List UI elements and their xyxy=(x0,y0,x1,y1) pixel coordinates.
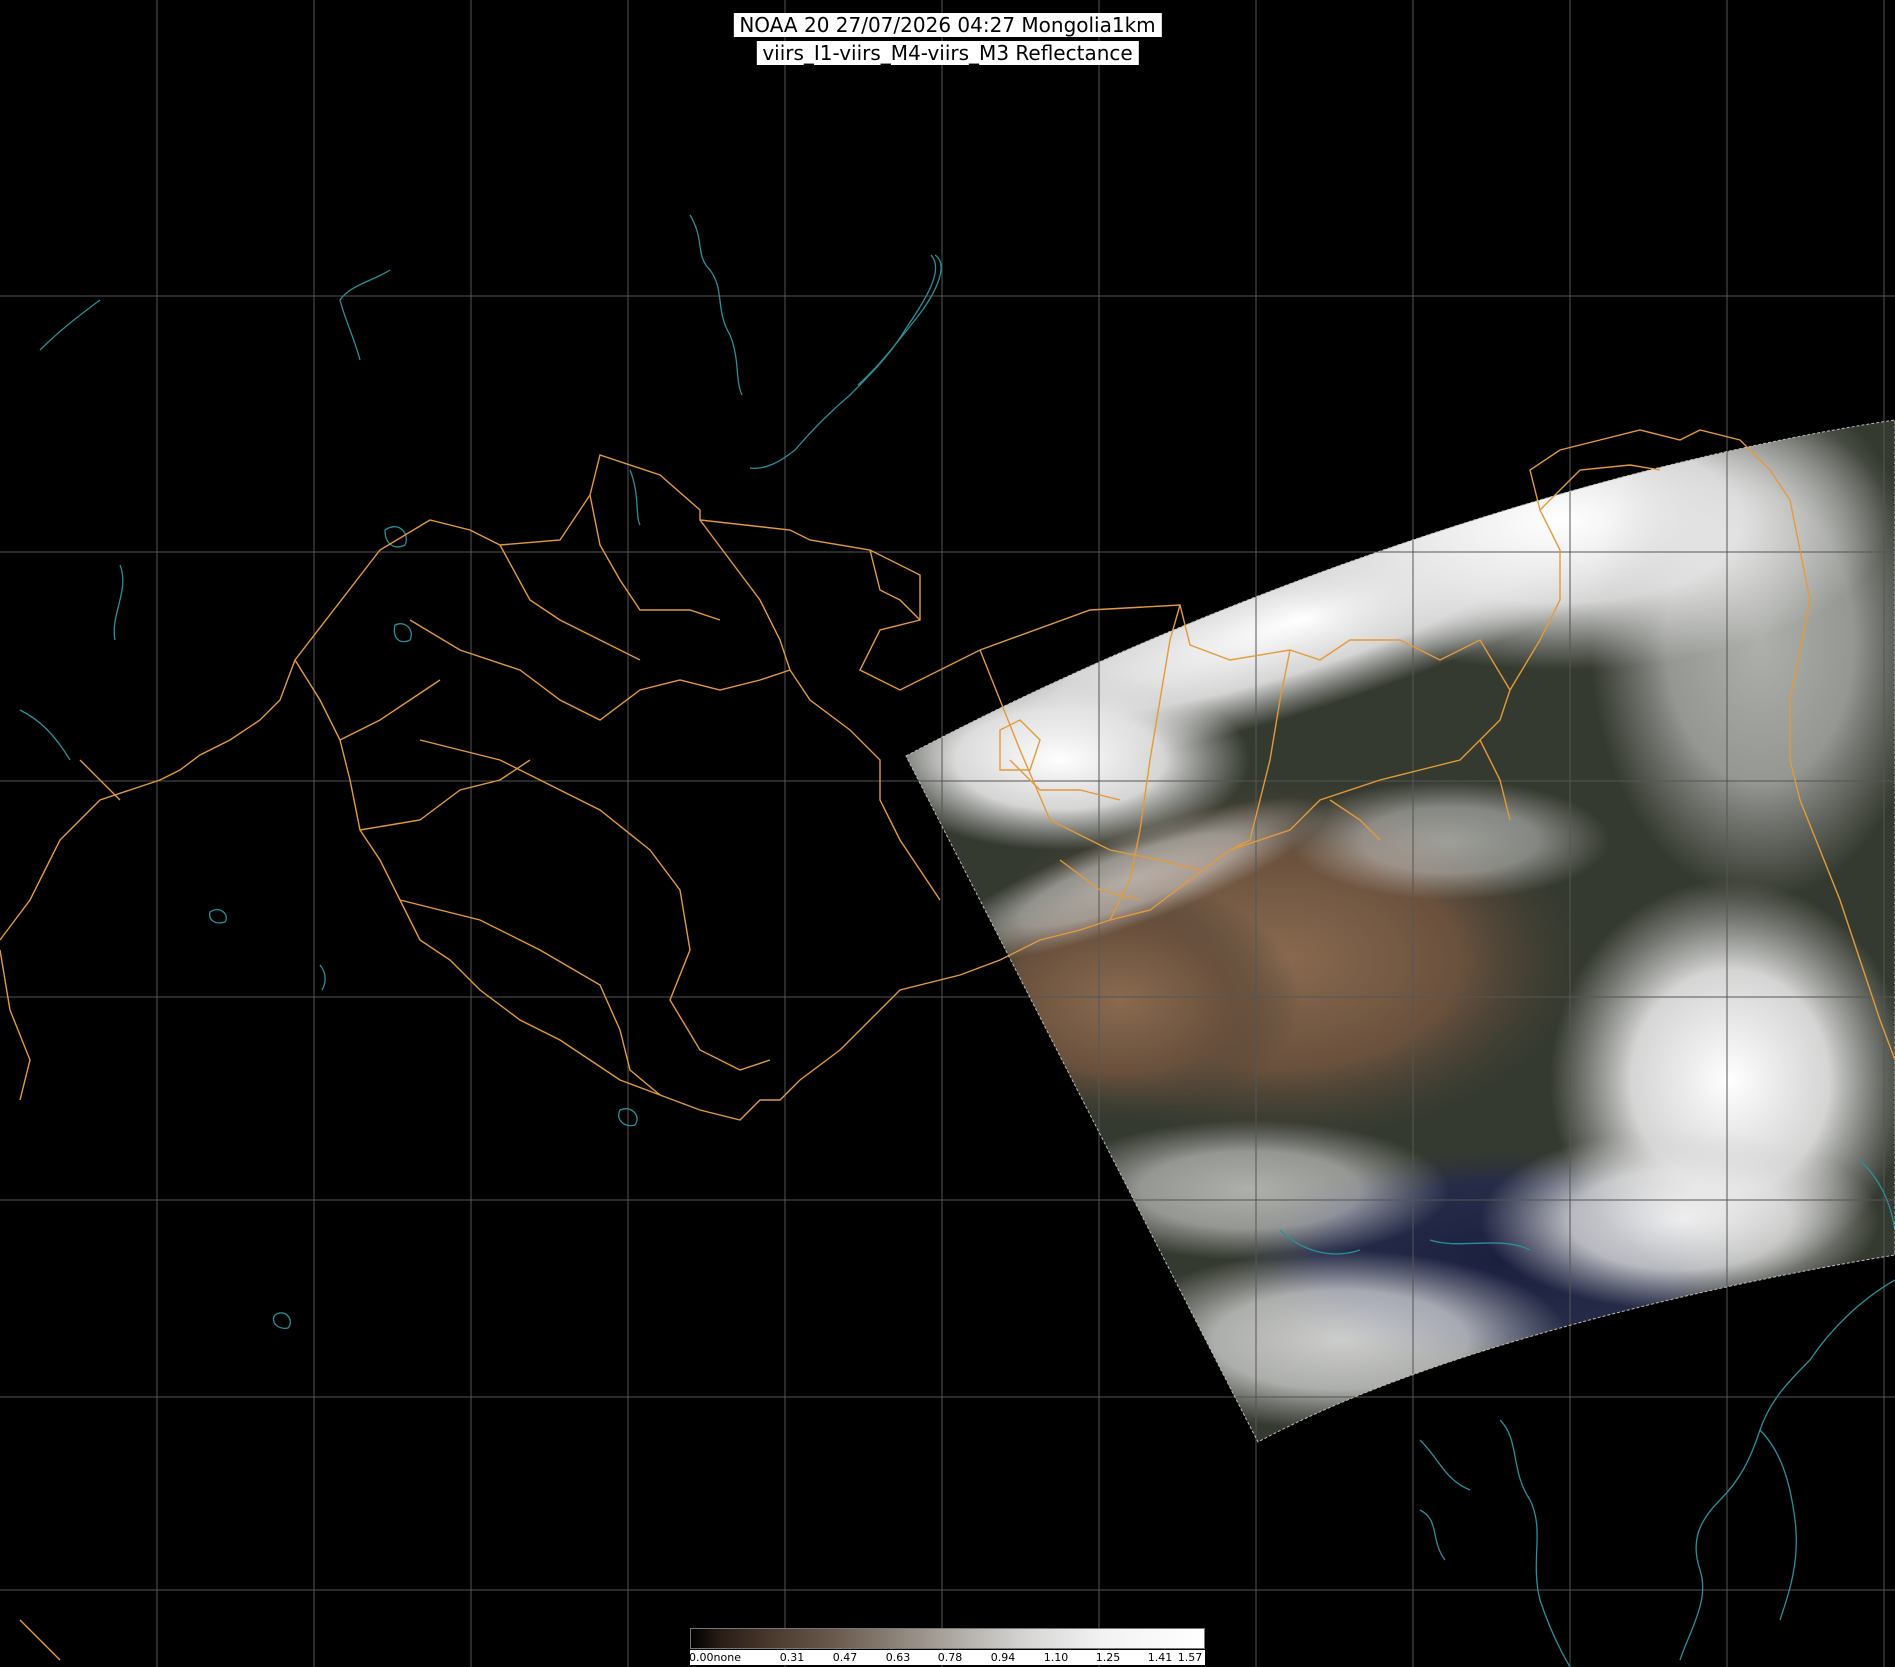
colorbar-labels: 0.00none 0.31 0.47 0.63 0.78 0.94 1.10 1… xyxy=(689,1650,1205,1665)
colorbar-label: 0.78 xyxy=(937,1651,963,1664)
satellite-swath xyxy=(906,420,1895,1442)
colorbar-label: 0.47 xyxy=(832,1651,858,1664)
map-title: NOAA 20 27/07/2026 04:27 Mongolia1km xyxy=(733,13,1162,37)
colorbar-label: 0.94 xyxy=(990,1651,1016,1664)
satellite-map[interactable] xyxy=(0,0,1895,1667)
colorbar-label: 0.31 xyxy=(779,1651,805,1664)
colorbar-label: 0.63 xyxy=(885,1651,911,1664)
reflectance-colorbar: 0.00none 0.31 0.47 0.63 0.78 0.94 1.10 1… xyxy=(689,1628,1205,1665)
colorbar-label: 1.41 xyxy=(1147,1651,1173,1664)
colorbar-label: 1.10 xyxy=(1043,1651,1069,1664)
colorbar-label: 1.25 xyxy=(1095,1651,1121,1664)
colorbar-label: 1.57 xyxy=(1177,1651,1203,1664)
colorbar-gradient xyxy=(690,1628,1205,1649)
product-subtitle: viirs_I1-viirs_M4-viirs_M3 Reflectance xyxy=(756,41,1139,65)
colorbar-label: 0.00none xyxy=(689,1651,741,1664)
lake-baikal xyxy=(749,254,937,469)
